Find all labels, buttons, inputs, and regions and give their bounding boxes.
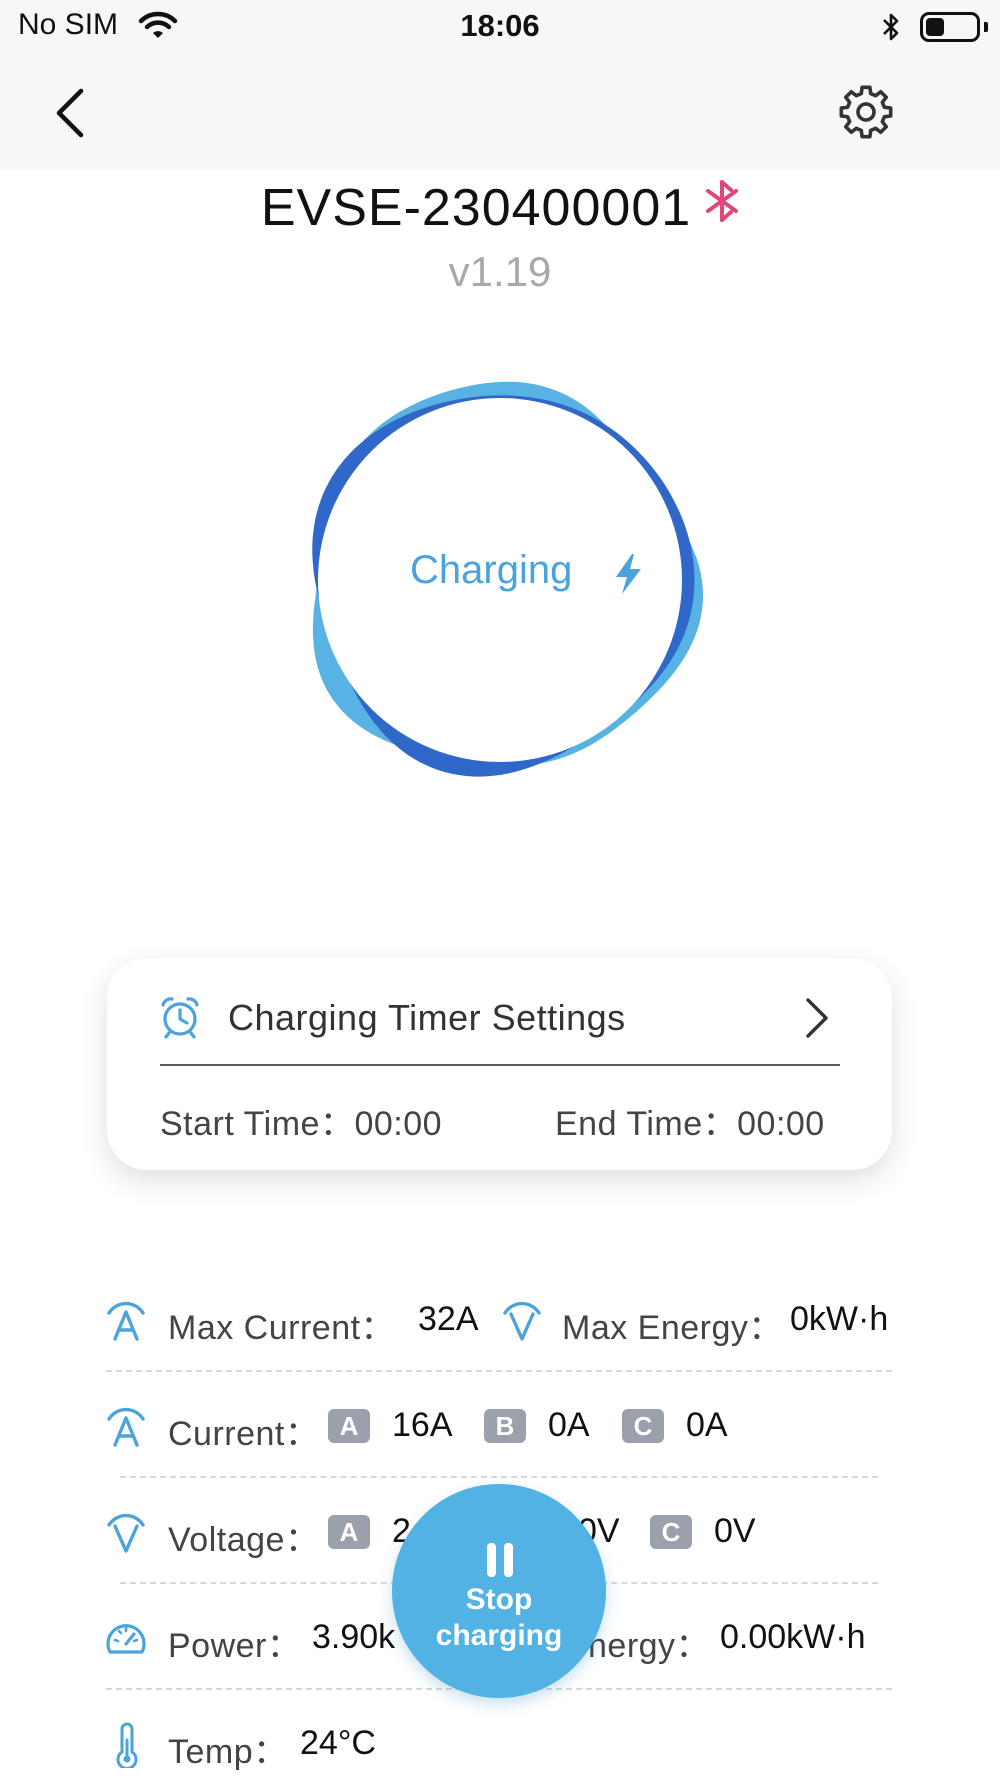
timer-divider bbox=[160, 1064, 840, 1066]
voltage-phase-c-value: 0V bbox=[714, 1512, 756, 1550]
voltage-icon bbox=[106, 1512, 146, 1559]
thermometer-icon bbox=[112, 1722, 142, 1773]
start-time-value: 00:00 bbox=[354, 1105, 443, 1143]
firmware-version: v1.19 bbox=[448, 248, 552, 295]
current-phase-a-value: 16A bbox=[392, 1406, 453, 1444]
voltage-label: Voltage： bbox=[168, 1521, 320, 1559]
lightning-bolt-icon bbox=[610, 552, 646, 601]
start-time-label: Start Time： bbox=[160, 1105, 355, 1143]
alarm-clock-icon bbox=[158, 995, 202, 1044]
current-label: Current： bbox=[168, 1415, 320, 1453]
bluetooth-icon bbox=[880, 11, 902, 48]
max-energy-icon bbox=[502, 1300, 542, 1347]
settings-button[interactable] bbox=[830, 76, 902, 148]
back-button[interactable] bbox=[40, 78, 100, 148]
speedometer-icon bbox=[104, 1618, 148, 1665]
phase-b-badge: B bbox=[484, 1409, 526, 1443]
status-time: 18:06 bbox=[460, 8, 540, 43]
end-time-label: End Time： bbox=[555, 1105, 738, 1143]
stop-charging-label[interactable]: Stop charging bbox=[392, 1582, 606, 1654]
stop-label-line1: Stop bbox=[465, 1583, 533, 1616]
max-current-icon bbox=[106, 1300, 146, 1347]
timer-settings-label[interactable]: Charging Timer Settings bbox=[228, 997, 626, 1039]
bluetooth-icon bbox=[705, 176, 739, 236]
row-divider bbox=[120, 1476, 878, 1478]
temp-label: Temp： bbox=[168, 1733, 288, 1771]
energy-label: nergy： bbox=[588, 1627, 711, 1665]
max-current-value: 32A bbox=[418, 1300, 479, 1338]
end-time: End Time：00:00 bbox=[555, 1096, 825, 1145]
chevron-right-icon[interactable] bbox=[800, 996, 832, 1045]
start-time: Start Time：00:00 bbox=[160, 1096, 442, 1145]
chevron-left-icon bbox=[56, 88, 84, 138]
end-time-value: 00:00 bbox=[737, 1105, 825, 1143]
current-icon bbox=[106, 1406, 146, 1453]
row-divider bbox=[106, 1370, 892, 1372]
phase-a-badge: A bbox=[328, 1409, 370, 1443]
device-title: EVSE-230400001 bbox=[0, 178, 1000, 238]
max-energy-value: 0kW·h bbox=[790, 1300, 889, 1338]
phase-c-badge: C bbox=[622, 1409, 664, 1443]
charging-status: Charging bbox=[410, 548, 573, 592]
phase-c-badge: C bbox=[650, 1515, 692, 1549]
energy-value: 0.00kW·h bbox=[720, 1618, 866, 1656]
current-phase-b-value: 0A bbox=[548, 1406, 590, 1444]
pause-icon bbox=[486, 1543, 514, 1582]
max-current-label: Max Current： bbox=[168, 1309, 396, 1347]
phase-a-badge: A bbox=[328, 1515, 370, 1549]
device-name: EVSE-230400001 bbox=[260, 179, 692, 237]
gear-icon bbox=[839, 85, 893, 139]
stop-label-line2: charging bbox=[435, 1619, 563, 1652]
current-phase-c-value: 0A bbox=[686, 1406, 728, 1444]
power-label: Power： bbox=[168, 1627, 302, 1665]
temp-value: 24°C bbox=[300, 1724, 376, 1762]
max-energy-label: Max Energy： bbox=[562, 1309, 783, 1347]
power-value: 3.90k bbox=[312, 1618, 396, 1656]
battery-cap bbox=[984, 22, 988, 32]
battery-icon bbox=[920, 12, 980, 42]
